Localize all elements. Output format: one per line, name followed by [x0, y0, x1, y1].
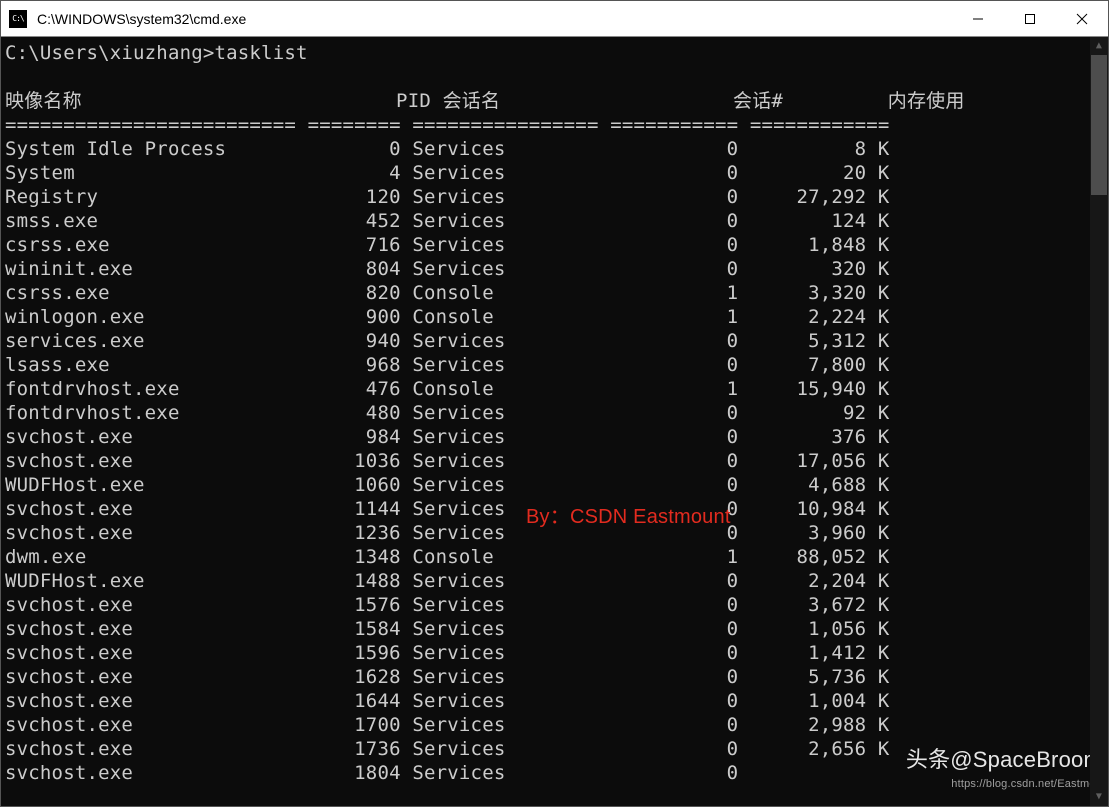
scrollbar[interactable]: ▲ ▼	[1090, 37, 1108, 806]
scroll-down-icon[interactable]: ▼	[1090, 788, 1108, 806]
window-title: C:\WINDOWS\system32\cmd.exe	[35, 11, 952, 27]
window-controls	[952, 1, 1108, 36]
scroll-up-icon[interactable]: ▲	[1090, 37, 1108, 55]
cmd-icon: C:\	[9, 10, 27, 28]
cmd-icon-label: C:\	[12, 14, 23, 23]
maximize-button[interactable]	[1004, 1, 1056, 36]
cmd-window: C:\ C:\WINDOWS\system32\cmd.exe C:\Users…	[0, 0, 1109, 807]
scroll-thumb[interactable]	[1091, 55, 1107, 195]
terminal-output: C:\Users\xiuzhang>tasklist 映像名称 PID 会话名 …	[5, 41, 1108, 785]
minimize-button[interactable]	[952, 1, 1004, 36]
close-button[interactable]	[1056, 1, 1108, 36]
titlebar[interactable]: C:\ C:\WINDOWS\system32\cmd.exe	[1, 1, 1108, 37]
terminal-area[interactable]: C:\Users\xiuzhang>tasklist 映像名称 PID 会话名 …	[1, 37, 1108, 806]
scroll-track[interactable]	[1090, 55, 1108, 788]
